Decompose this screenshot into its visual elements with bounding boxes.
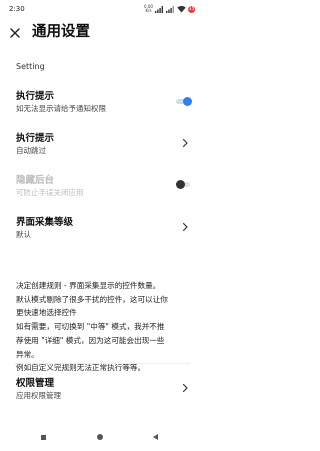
close-button[interactable] [8,25,22,39]
system-nav-bar [0,428,203,448]
network-speed-unit: K/s [145,8,152,13]
setting-row-exec-hint-skip[interactable]: 执行提示 自动跳过 [0,130,203,156]
row-subtitle: 自动跳过 [16,146,46,155]
setting-row-hide-background[interactable]: 隐藏后台 可防止手误关闭应用 [0,172,203,198]
close-icon [10,28,20,38]
page-title: 通用设置 [32,24,90,40]
network-speed: 0.00 K/s [144,5,153,13]
row-subtitle: 如无法显示请给予通知权限 [16,104,106,113]
row-title: 隐藏后台 [16,175,55,186]
chevron-right-icon [182,383,188,393]
description-line: 更快速地选择控件 [16,308,77,318]
toggle-knob [176,180,185,189]
app-header: 通用设置 [0,22,203,42]
divider [14,363,190,364]
status-bar: 2:30 0.00 K/s 35 [0,0,203,18]
status-icons: 0.00 K/s 35 [144,4,195,14]
row-title: 界面采集等级 [16,217,74,228]
home-circle-icon[interactable] [97,434,103,440]
back-triangle-icon[interactable] [153,434,158,440]
description-line: 如有需要，可切换到 "中等" 模式，我并不推 [16,322,165,332]
recents-square-icon[interactable] [41,435,46,440]
setting-row-exec-hint-toggle[interactable]: 执行提示 如无法显示请给予通知权限 [0,88,203,114]
description-line: 决定创建规则 - 界面采集显示的控件数量。 [16,281,161,290]
chevron-right-icon [182,138,188,148]
toggle-knob [183,97,192,106]
chevron-right-icon [182,222,188,232]
row-subtitle: 应用权限管理 [16,391,61,400]
row-title: 执行提示 [16,91,55,102]
description-line: 默认模式剔除了很多干扰的控件，这可以让你 [16,294,168,304]
setting-row-capture-level[interactable]: 界面采集等级 默认 [0,214,203,240]
exec-hint-toggle[interactable] [176,97,192,106]
signal-icon-2 [166,6,174,13]
hide-background-toggle[interactable] [176,180,192,189]
row-subtitle: 默认 [16,230,31,239]
battery-badge: 35 [188,5,195,13]
row-subtitle: 可防止手误关闭应用 [16,188,84,197]
setting-row-permissions[interactable]: 权限管理 应用权限管理 [0,375,203,401]
row-title: 执行提示 [16,133,55,144]
signal-icon [155,6,163,13]
capture-level-description: 决定创建规则 - 界面采集显示的控件数量。 默认模式剔除了很多干扰的控件，这可以… [16,279,194,375]
wifi-icon [177,5,186,13]
description-line: 异常。 [16,349,39,359]
row-title: 权限管理 [16,378,55,389]
section-label: Setting [16,62,45,71]
description-line: 荐使用 "详细" 模式，因为这可能会出现一些 [16,335,165,345]
status-time: 2:30 [9,5,25,13]
